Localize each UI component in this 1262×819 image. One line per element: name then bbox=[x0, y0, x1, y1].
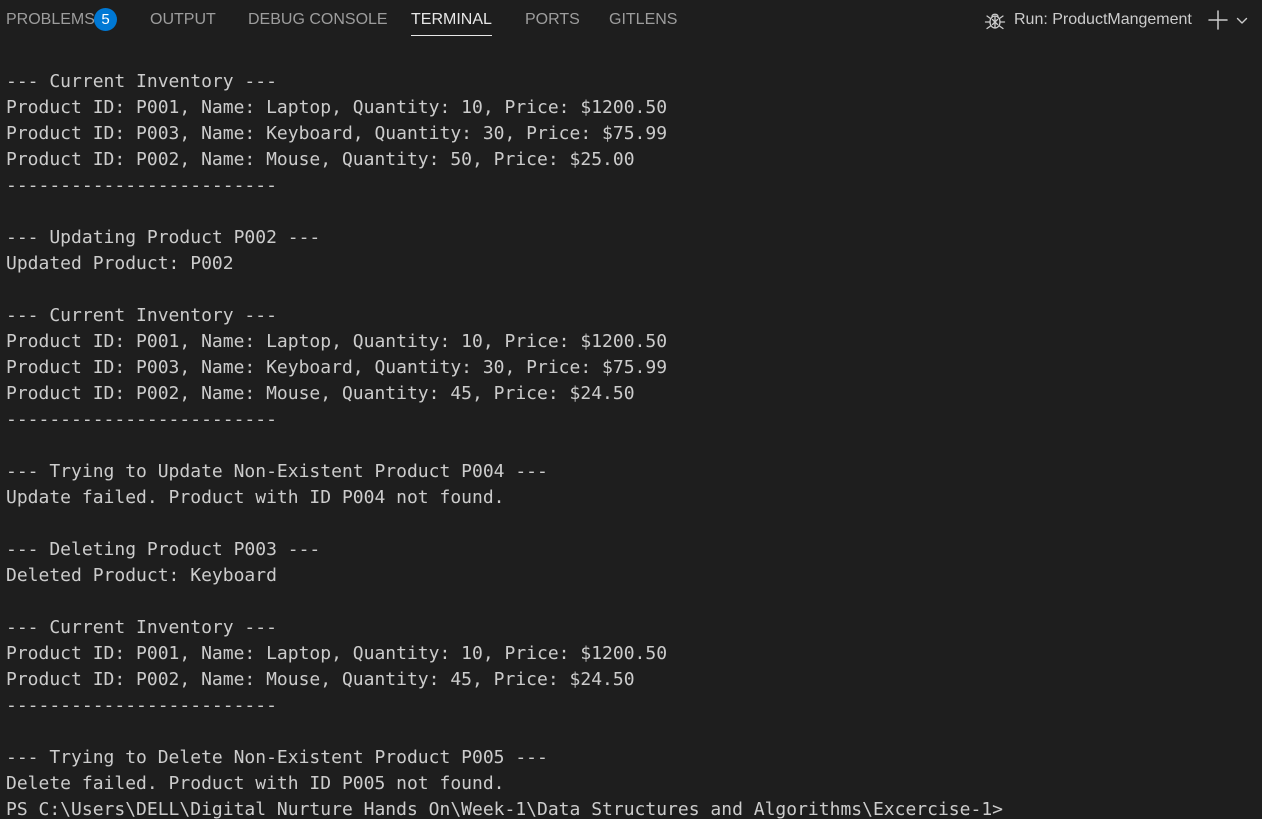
terminal-line: Product ID: P003, Name: Keyboard, Quanti… bbox=[6, 123, 668, 144]
terminal-line: Update failed. Product with ID P004 not … bbox=[6, 487, 505, 508]
terminal-line: Updated Product: P002 bbox=[6, 253, 234, 274]
tab-output[interactable]: OUTPUT bbox=[150, 0, 216, 40]
terminal-line: Product ID: P001, Name: Laptop, Quantity… bbox=[6, 331, 668, 352]
tab-terminal[interactable]: TERMINAL bbox=[411, 0, 492, 40]
terminal-output[interactable]: --- Current Inventory --- Product ID: P00… bbox=[0, 69, 1262, 819]
run-config-label[interactable]: Run: ProductMangement bbox=[1014, 0, 1192, 40]
terminal-line: PS C:\Users\DELL\Digital Nurture Hands O… bbox=[6, 799, 1003, 819]
panel-tab-bar: PROBLEMS 5 OUTPUT DEBUG CONSOLE TERMINAL… bbox=[0, 0, 1262, 40]
chevron-down-icon[interactable] bbox=[1236, 14, 1248, 26]
terminal-line: --- Current Inventory --- bbox=[6, 617, 277, 638]
terminal-line: ------------------------- bbox=[6, 695, 277, 716]
terminal-line: Product ID: P001, Name: Laptop, Quantity… bbox=[6, 97, 668, 118]
terminal-line: Product ID: P002, Name: Mouse, Quantity:… bbox=[6, 149, 635, 170]
terminal-line: --- Updating Product P002 --- bbox=[6, 227, 321, 248]
terminal-line: Product ID: P003, Name: Keyboard, Quanti… bbox=[6, 357, 668, 378]
terminal-line: Product ID: P001, Name: Laptop, Quantity… bbox=[6, 643, 668, 664]
terminal-panel: PROBLEMS 5 OUTPUT DEBUG CONSOLE TERMINAL… bbox=[0, 0, 1262, 819]
terminal-line: Delete failed. Product with ID P005 not … bbox=[6, 773, 505, 794]
terminal-line: --- Trying to Update Non-Existent Produc… bbox=[6, 461, 548, 482]
tab-debug-console[interactable]: DEBUG CONSOLE bbox=[248, 0, 388, 40]
problems-count-badge: 5 bbox=[94, 8, 117, 31]
terminal-line: Product ID: P002, Name: Mouse, Quantity:… bbox=[6, 383, 635, 404]
terminal-line: ------------------------- bbox=[6, 175, 277, 196]
tab-problems[interactable]: PROBLEMS bbox=[6, 0, 95, 40]
debug-bug-icon[interactable] bbox=[983, 8, 1007, 32]
terminal-line: --- Deleting Product P003 --- bbox=[6, 539, 321, 560]
tab-ports[interactable]: PORTS bbox=[525, 0, 580, 40]
plus-icon[interactable] bbox=[1208, 10, 1228, 30]
tab-gitlens[interactable]: GITLENS bbox=[609, 0, 677, 40]
terminal-line: Deleted Product: Keyboard bbox=[6, 565, 277, 586]
terminal-line: Product ID: P002, Name: Mouse, Quantity:… bbox=[6, 669, 635, 690]
terminal-line: --- Trying to Delete Non-Existent Produc… bbox=[6, 747, 548, 768]
terminal-line: --- Current Inventory --- bbox=[6, 305, 277, 326]
terminal-line: --- Current Inventory --- bbox=[6, 71, 277, 92]
terminal-line: ------------------------- bbox=[6, 409, 277, 430]
